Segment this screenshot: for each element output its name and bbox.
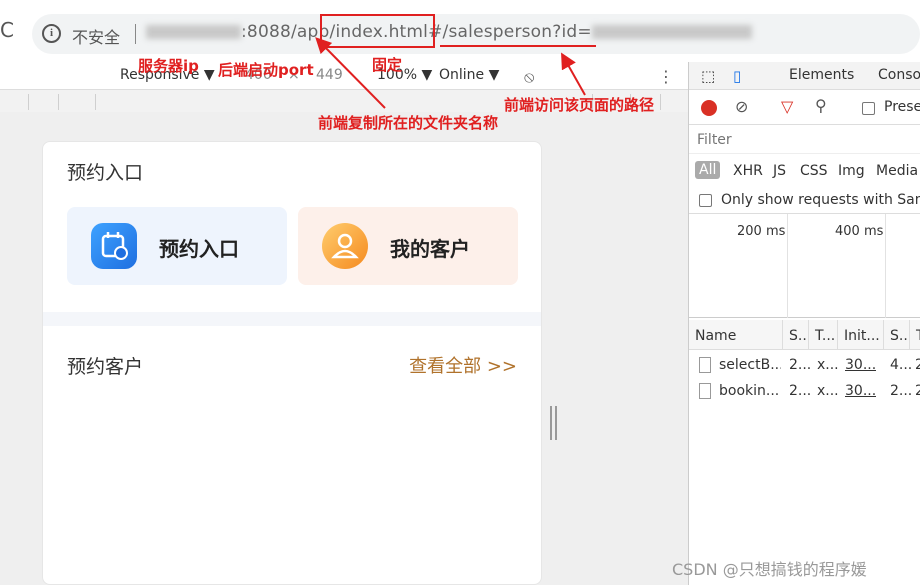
annotation-frontend-folder: 前端复制所在的文件夹名称 bbox=[318, 114, 499, 132]
annotation-backend-port: 后端启动port bbox=[218, 61, 314, 79]
annotation-fixed: 固定 bbox=[372, 56, 403, 74]
annotation-arrows bbox=[315, 37, 586, 109]
annotation-server-ip: 服务器ip bbox=[138, 57, 199, 75]
csdn-watermark: CSDN @只想搞钱的程序媛 bbox=[672, 560, 867, 579]
annotation-frontend-path: 前端访问该页面的路径 bbox=[504, 96, 655, 114]
